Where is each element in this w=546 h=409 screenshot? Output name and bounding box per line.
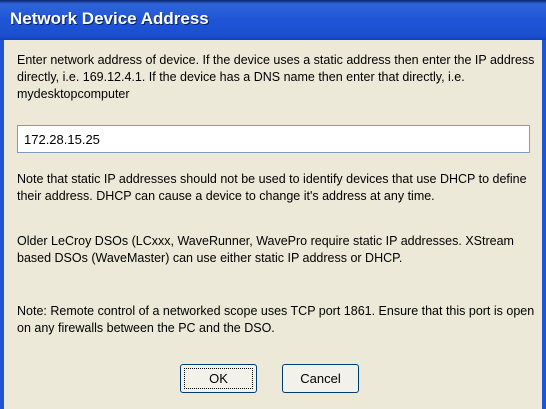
static-ip-note: Note that static IP addresses should not… [17,172,527,203]
window-frame-left [0,40,4,409]
cancel-button[interactable]: Cancel [282,364,359,393]
window-frame-right [542,40,546,409]
ok-button[interactable]: OK [180,364,257,393]
intro-text: Enter network address of device. If the … [17,53,535,101]
address-input[interactable] [17,125,530,153]
dialog-title: Network Device Address [10,9,209,28]
title-bar[interactable]: Network Device Address [0,0,546,40]
tcp-port-note: Note: Remote control of a networked scop… [17,304,535,335]
older-dso-note: Older LeCroy DSOs (LCxxx, WaveRunner, Wa… [17,234,514,265]
